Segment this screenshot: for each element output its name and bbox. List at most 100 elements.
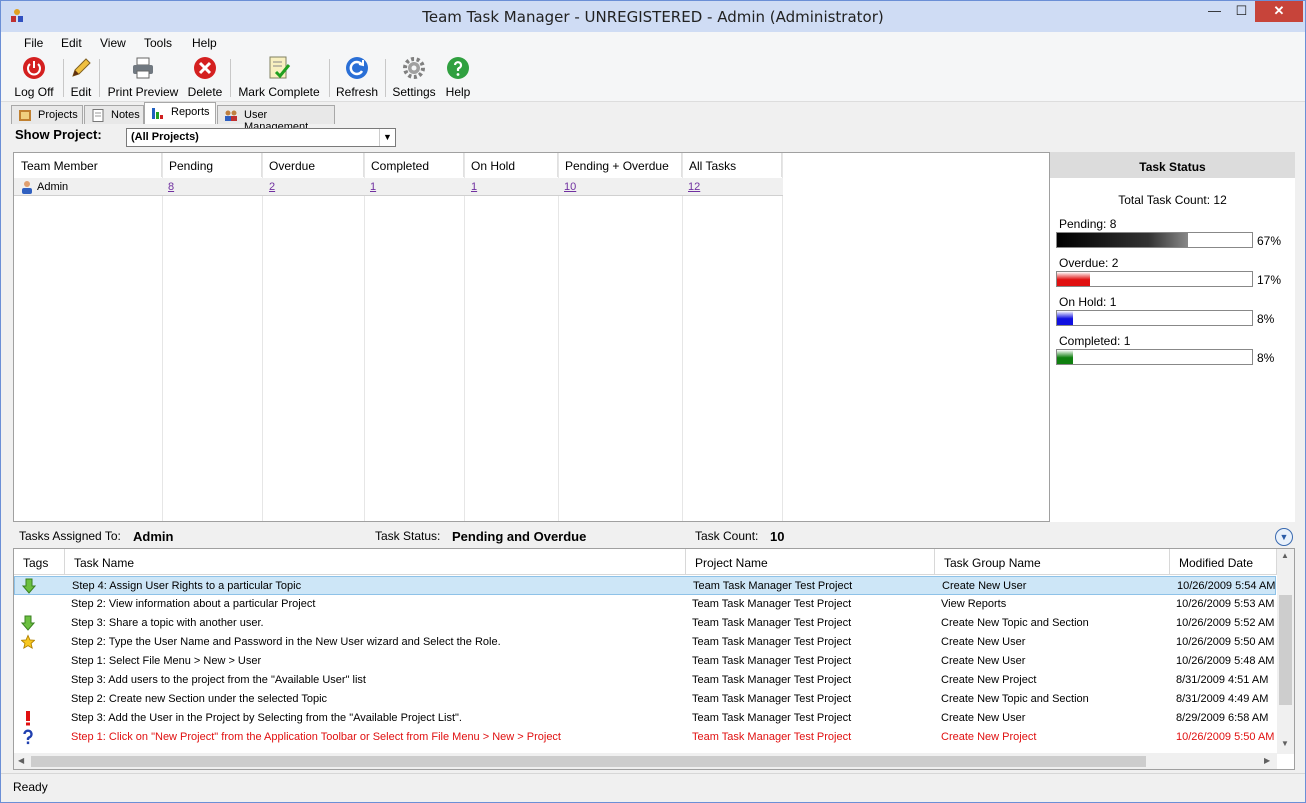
logoff-button[interactable]: Log Off <box>13 56 55 100</box>
column-header-completed[interactable]: Completed <box>364 153 464 177</box>
task-group-cell: Create New Project <box>941 674 1037 686</box>
table-row[interactable]: Step 2: Type the User Name and Password … <box>14 633 1276 652</box>
task-status-value: Pending and Overdue <box>452 529 587 544</box>
task-group-cell: Create New User <box>941 636 1026 648</box>
vertical-scrollbar[interactable]: ▲ ▼ <box>1277 549 1294 754</box>
overdue-progress-fill <box>1057 272 1091 286</box>
pending-count-link[interactable]: 8 <box>168 181 174 193</box>
column-header-pending-overdue[interactable]: Pending + Overdue <box>558 153 682 177</box>
scroll-down-icon[interactable]: ▼ <box>1281 739 1289 748</box>
gear-icon <box>403 57 425 79</box>
minimize-button[interactable]: — <box>1201 1 1228 22</box>
scroll-up-icon[interactable]: ▲ <box>1281 551 1289 560</box>
task-group-cell: Create New User <box>941 712 1026 724</box>
completed-progress-fill <box>1057 350 1073 364</box>
status-bar: Ready <box>1 773 1305 802</box>
table-row[interactable]: Step 3: Add users to the project from th… <box>14 671 1276 690</box>
modified-date-cell: 10/26/2009 5:53 AM <box>1176 598 1275 610</box>
tab-projects[interactable]: Projects <box>11 105 83 124</box>
tab-user-management[interactable]: User Management <box>217 105 335 133</box>
checklist-icon <box>269 56 291 79</box>
tab-projects-label: Projects <box>38 109 78 121</box>
user-icon <box>22 181 32 194</box>
table-row[interactable]: Step 3: Add the User in the Project by S… <box>14 709 1276 728</box>
table-row[interactable] <box>14 178 783 196</box>
overdue-count-link[interactable]: 2 <box>269 181 275 193</box>
on-hold-count-link[interactable]: 1 <box>471 181 477 193</box>
task-count-label: Task Count: <box>695 529 759 543</box>
member-name: Admin <box>37 181 69 193</box>
printer-icon <box>133 57 153 79</box>
menu-tools[interactable]: Tools <box>144 36 172 50</box>
menu-file[interactable]: File <box>24 36 43 50</box>
tab-notes[interactable]: Notes <box>84 105 144 124</box>
edit-button[interactable]: Edit <box>69 56 93 100</box>
column-header-task-name[interactable]: Task Name <box>65 549 686 575</box>
horizontal-scroll-thumb[interactable] <box>31 756 1146 767</box>
column-header-on-hold[interactable]: On Hold <box>464 153 558 177</box>
all-tasks-count-link[interactable]: 12 <box>688 181 700 193</box>
menu-bar: File Edit View Tools Help <box>1 32 1305 54</box>
delete-button[interactable]: Delete <box>187 56 223 100</box>
tab-reports-label: Reports <box>171 106 210 118</box>
refresh-label: Refresh <box>336 85 379 99</box>
menu-edit[interactable]: Edit <box>61 36 82 50</box>
table-row[interactable]: Step 4: Assign User Rights to a particul… <box>14 576 1276 595</box>
column-header-overdue[interactable]: Overdue <box>262 153 364 177</box>
task-name-cell: Step 3: Share a topic with another user. <box>71 617 264 629</box>
overdue-progress-bar <box>1056 271 1253 287</box>
task-name-cell: Step 3: Add users to the project from th… <box>71 674 366 686</box>
column-header-team-member[interactable]: Team Member <box>14 153 162 177</box>
task-group-cell: Create New User <box>942 580 1027 592</box>
notes-icon <box>92 109 104 122</box>
menu-help[interactable]: Help <box>192 36 217 50</box>
scroll-left-icon[interactable]: ◀ <box>18 756 24 765</box>
column-header-all-tasks[interactable]: All Tasks <box>682 153 782 177</box>
scroll-right-icon[interactable]: ▶ <box>1264 756 1270 765</box>
help-icon <box>447 57 469 79</box>
column-header-pending[interactable]: Pending <box>162 153 262 177</box>
toolbar: Log Off Edit Print Preview Delete Mark C… <box>1 54 1305 102</box>
task-name-cell: Step 2: Type the User Name and Password … <box>71 636 501 648</box>
table-row[interactable]: Step 2: Create new Section under the sel… <box>14 690 1276 709</box>
table-row[interactable]: Step 3: Share a topic with another user.… <box>14 614 1276 633</box>
column-header-modified-date[interactable]: Modified Date <box>1170 549 1277 575</box>
chevron-down-icon[interactable]: ▼ <box>379 129 395 146</box>
table-row[interactable]: Step 1: Click on "New Project" from the … <box>14 728 1276 747</box>
task-group-cell: Create New Topic and Section <box>941 617 1089 629</box>
maximize-button[interactable]: ☐ <box>1228 1 1255 22</box>
toolbar-separator <box>329 59 330 97</box>
mark-complete-button[interactable]: Mark Complete <box>237 56 321 100</box>
pending-overdue-count-link[interactable]: 10 <box>564 181 576 193</box>
column-divider <box>464 153 465 521</box>
show-project-label: Show Project: <box>15 127 102 142</box>
pending-percent: 67% <box>1257 234 1282 248</box>
star-icon <box>21 634 35 650</box>
tab-reports[interactable]: Reports <box>144 102 216 124</box>
column-header-task-group[interactable]: Task Group Name <box>935 549 1170 575</box>
refresh-button[interactable]: Refresh <box>336 56 378 100</box>
column-divider <box>364 153 365 521</box>
on-hold-progress-fill <box>1057 311 1073 325</box>
project-select[interactable]: (All Projects) ▼ <box>126 128 396 147</box>
vertical-scroll-thumb[interactable] <box>1279 595 1292 705</box>
tasks-grid: Tags Task Name Project Name Task Group N… <box>13 548 1295 770</box>
table-row[interactable]: Step 1: Select File Menu > New > User Tea… <box>14 652 1276 671</box>
settings-button[interactable]: Settings <box>391 56 437 100</box>
menu-view[interactable]: View <box>100 36 126 50</box>
table-row[interactable]: Step 2: View information about a particu… <box>14 595 1276 614</box>
column-header-project-name[interactable]: Project Name <box>686 549 935 575</box>
print-preview-label: Print Preview <box>107 85 179 99</box>
modified-date-cell: 10/26/2009 5:52 AM <box>1176 617 1275 629</box>
help-button[interactable]: Help <box>444 56 472 100</box>
completed-count-link[interactable]: 1 <box>370 181 376 193</box>
pencil-icon <box>72 58 91 77</box>
horizontal-scrollbar[interactable]: ◀ ▶ <box>14 753 1277 769</box>
project-name-cell: Team Task Manager Test Project <box>692 617 852 629</box>
collapse-toggle-button[interactable]: ▼ <box>1275 528 1293 546</box>
close-button[interactable]: ✕ <box>1255 1 1303 22</box>
help-label: Help <box>445 85 471 99</box>
print-preview-button[interactable]: Print Preview <box>107 56 179 100</box>
task-name-cell: Step 4: Assign User Rights to a particul… <box>72 580 302 592</box>
column-header-tags[interactable]: Tags <box>14 549 65 575</box>
